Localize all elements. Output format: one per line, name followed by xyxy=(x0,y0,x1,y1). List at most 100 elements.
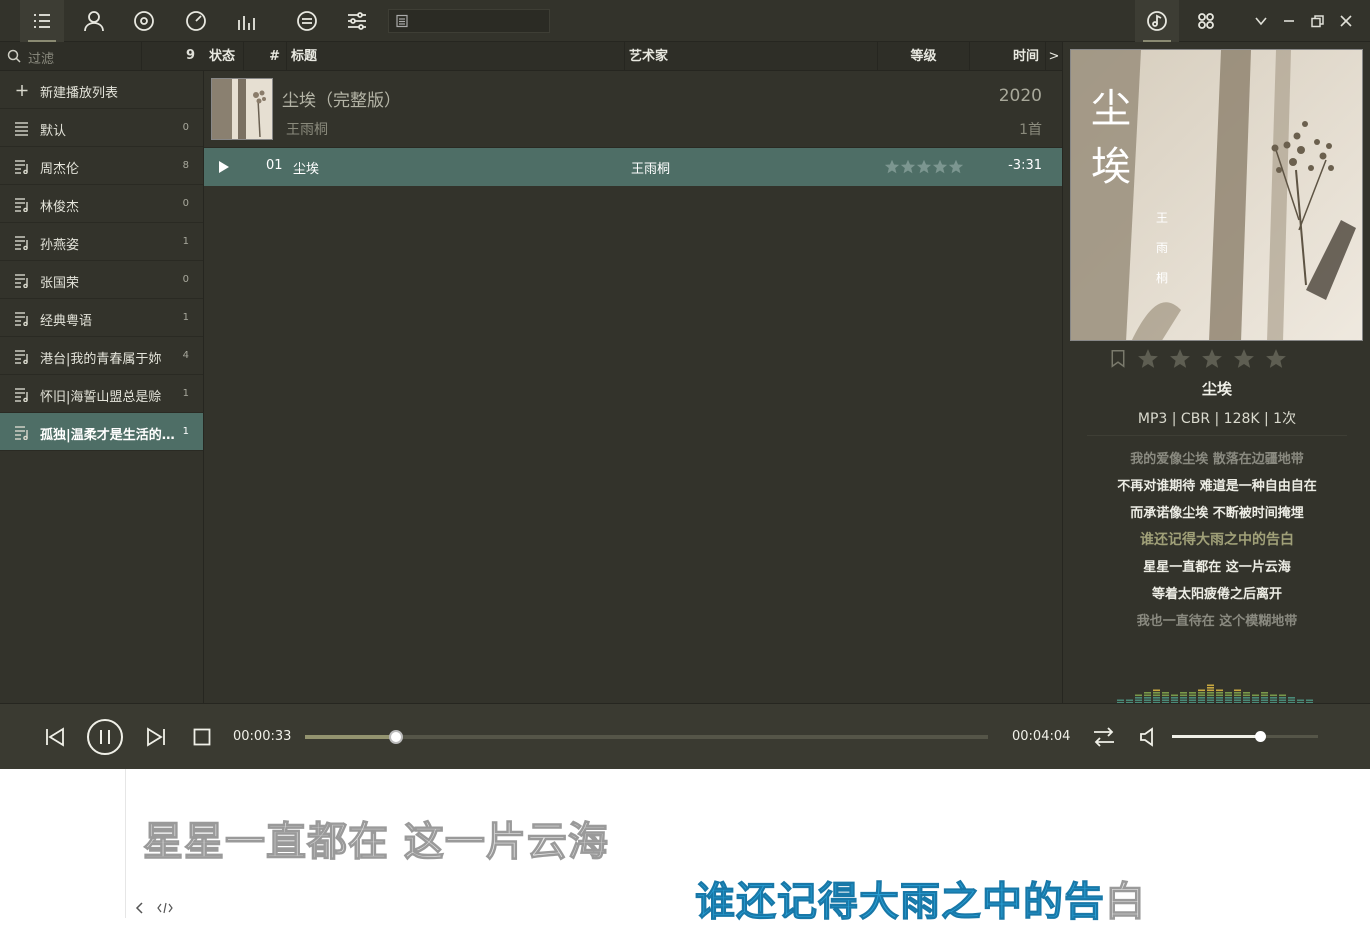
spectrum-bar-segment xyxy=(1270,694,1277,697)
playlist-track-count: 1 xyxy=(182,236,189,247)
table-row[interactable]: 01 尘埃 王雨桐 -3:31 xyxy=(204,148,1062,186)
stats-view-button[interactable] xyxy=(225,0,269,42)
spectrum-bar-segment xyxy=(1279,699,1286,702)
sidebar-playlist-item[interactable]: 周杰伦 8 xyxy=(0,147,203,185)
close-button[interactable] xyxy=(1331,0,1361,42)
sidebar-playlist-item[interactable]: 孙燕姿 1 xyxy=(0,223,203,261)
genre-view-button[interactable] xyxy=(174,0,218,42)
now-playing-rating[interactable] xyxy=(1109,348,1287,369)
spectrum-bar-segment xyxy=(1162,699,1169,702)
stop-icon xyxy=(193,728,211,746)
column-title[interactable]: 标题 xyxy=(287,42,625,71)
previous-button[interactable] xyxy=(44,726,66,748)
sidebar-playlist-item[interactable]: 林俊杰 0 xyxy=(0,185,203,223)
spectrum-bar-segment xyxy=(1207,697,1214,699)
spectrum-bar-segment xyxy=(1234,692,1241,694)
filter-placeholder: 过滤 xyxy=(28,52,55,67)
now-playing-view-button[interactable] xyxy=(1135,0,1179,42)
rating-star-icon[interactable] xyxy=(916,159,932,174)
rating-star-icon[interactable] xyxy=(900,159,916,174)
spectrum-bar-segment xyxy=(1153,692,1160,694)
chevron-left-icon[interactable] xyxy=(135,902,145,914)
playlist-icon xyxy=(15,236,28,250)
column-number[interactable]: # xyxy=(244,42,287,71)
layout-button[interactable] xyxy=(1184,0,1228,42)
column-time[interactable]: 时间 xyxy=(970,42,1046,71)
spectrum-visualizer xyxy=(1117,684,1313,704)
now-playing-panel: 尘 埃 王 雨 桐 尘埃 MP3 | CBR | 128K | 1次 我的爱像尘… xyxy=(1062,42,1370,704)
lyric-line: 不再对谁期待 难道是一种自由自在 xyxy=(1117,479,1317,494)
toolbar-search-box[interactable] xyxy=(388,9,550,33)
cover-artist-char-3: 桐 xyxy=(1156,271,1168,285)
mute-button[interactable] xyxy=(1139,727,1159,747)
rating-star-icon[interactable] xyxy=(1265,348,1287,369)
rating-star-icon[interactable] xyxy=(932,159,948,174)
list-icon xyxy=(15,122,28,136)
playlist-label: 经典粤语 xyxy=(40,314,93,329)
playlist-filter-bar[interactable]: 过滤 9 xyxy=(0,42,204,71)
sidebar-playlist-item[interactable]: 孤独|温柔才是生活的... 1 xyxy=(0,413,203,451)
eject-button[interactable] xyxy=(285,0,329,42)
column-rating[interactable]: 等级 xyxy=(878,42,970,71)
rating-star-icon[interactable] xyxy=(1201,348,1223,369)
plus-icon xyxy=(16,85,28,96)
spectrum-bar-segment xyxy=(1207,692,1214,694)
playlist-label: 周杰伦 xyxy=(40,162,80,177)
spectrum-bar-segment xyxy=(1198,689,1205,692)
track-artist: 王雨桐 xyxy=(631,162,671,177)
column-artist[interactable]: 艺术家 xyxy=(625,42,878,71)
spectrum-bar-segment xyxy=(1261,699,1268,702)
progress-handle[interactable] xyxy=(388,730,403,744)
spectrum-bar-segment xyxy=(1207,699,1214,702)
pause-button[interactable] xyxy=(86,718,124,756)
column-status[interactable]: 状态 xyxy=(204,42,244,71)
spectrum-bar-segment xyxy=(1162,694,1169,697)
sidebar-playlist-item[interactable]: 张国荣 0 xyxy=(0,261,203,299)
minimize-button[interactable] xyxy=(1274,0,1304,42)
album-view-button[interactable] xyxy=(122,0,166,42)
next-button[interactable] xyxy=(145,726,167,748)
equalizer-button[interactable] xyxy=(335,0,379,42)
column-more[interactable]: > xyxy=(1046,42,1062,71)
spectrum-bar-segment xyxy=(1144,694,1151,697)
filter-divider xyxy=(141,42,142,71)
code-icon[interactable] xyxy=(157,902,173,914)
rating-star-icon[interactable] xyxy=(1233,348,1255,369)
restore-icon xyxy=(1310,14,1324,27)
album-group-header[interactable]: 尘埃（完整版） 王雨桐 2020 1首 xyxy=(204,72,1062,148)
spectrum-bar-segment xyxy=(1252,697,1259,699)
spectrum-bar-segment xyxy=(1252,699,1259,702)
volume-handle[interactable] xyxy=(1254,731,1266,742)
playlist-view-button[interactable] xyxy=(20,0,64,42)
rating-star-icon[interactable] xyxy=(1137,348,1159,369)
skip-forward-icon xyxy=(147,727,165,747)
artist-view-button[interactable] xyxy=(72,0,116,42)
track-number: 01 xyxy=(266,158,283,173)
sidebar-playlist-item[interactable]: 默认 0 xyxy=(0,109,203,147)
menu-dropdown-button[interactable] xyxy=(1246,0,1276,42)
disc-icon xyxy=(134,11,154,31)
spectrum-bar-segment xyxy=(1144,697,1151,699)
bookmark-icon[interactable] xyxy=(1109,348,1127,369)
progress-slider[interactable] xyxy=(305,730,988,744)
spectrum-bar-segment xyxy=(1225,694,1232,697)
spectrum-bar-segment xyxy=(1171,697,1178,699)
rating-star-icon[interactable] xyxy=(1169,348,1191,369)
rating-star-icon[interactable] xyxy=(884,159,900,174)
spectrum-bar-segment xyxy=(1270,699,1277,702)
now-playing-format-info: MP3 | CBR | 128K | 1次 xyxy=(1137,411,1297,427)
progress-fill xyxy=(305,735,396,739)
sidebar-playlist-item[interactable]: 经典粤语 1 xyxy=(0,299,203,337)
stop-button[interactable] xyxy=(193,728,211,746)
sidebar-playlist-item[interactable]: 怀旧|海誓山盟总是赊 1 xyxy=(0,375,203,413)
volume-slider[interactable] xyxy=(1172,731,1318,742)
spectrum-bar-segment xyxy=(1234,697,1241,699)
track-rating[interactable] xyxy=(884,159,964,174)
restore-button[interactable] xyxy=(1302,0,1332,42)
new-playlist-button[interactable]: 新建播放列表 xyxy=(0,71,203,109)
repeat-mode-button[interactable] xyxy=(1092,726,1116,748)
pause-circle-icon xyxy=(87,719,123,755)
playing-indicator-icon xyxy=(219,161,229,173)
sidebar-playlist-item[interactable]: 港台|我的青春属于妳 4 xyxy=(0,337,203,375)
rating-star-icon[interactable] xyxy=(948,159,964,174)
